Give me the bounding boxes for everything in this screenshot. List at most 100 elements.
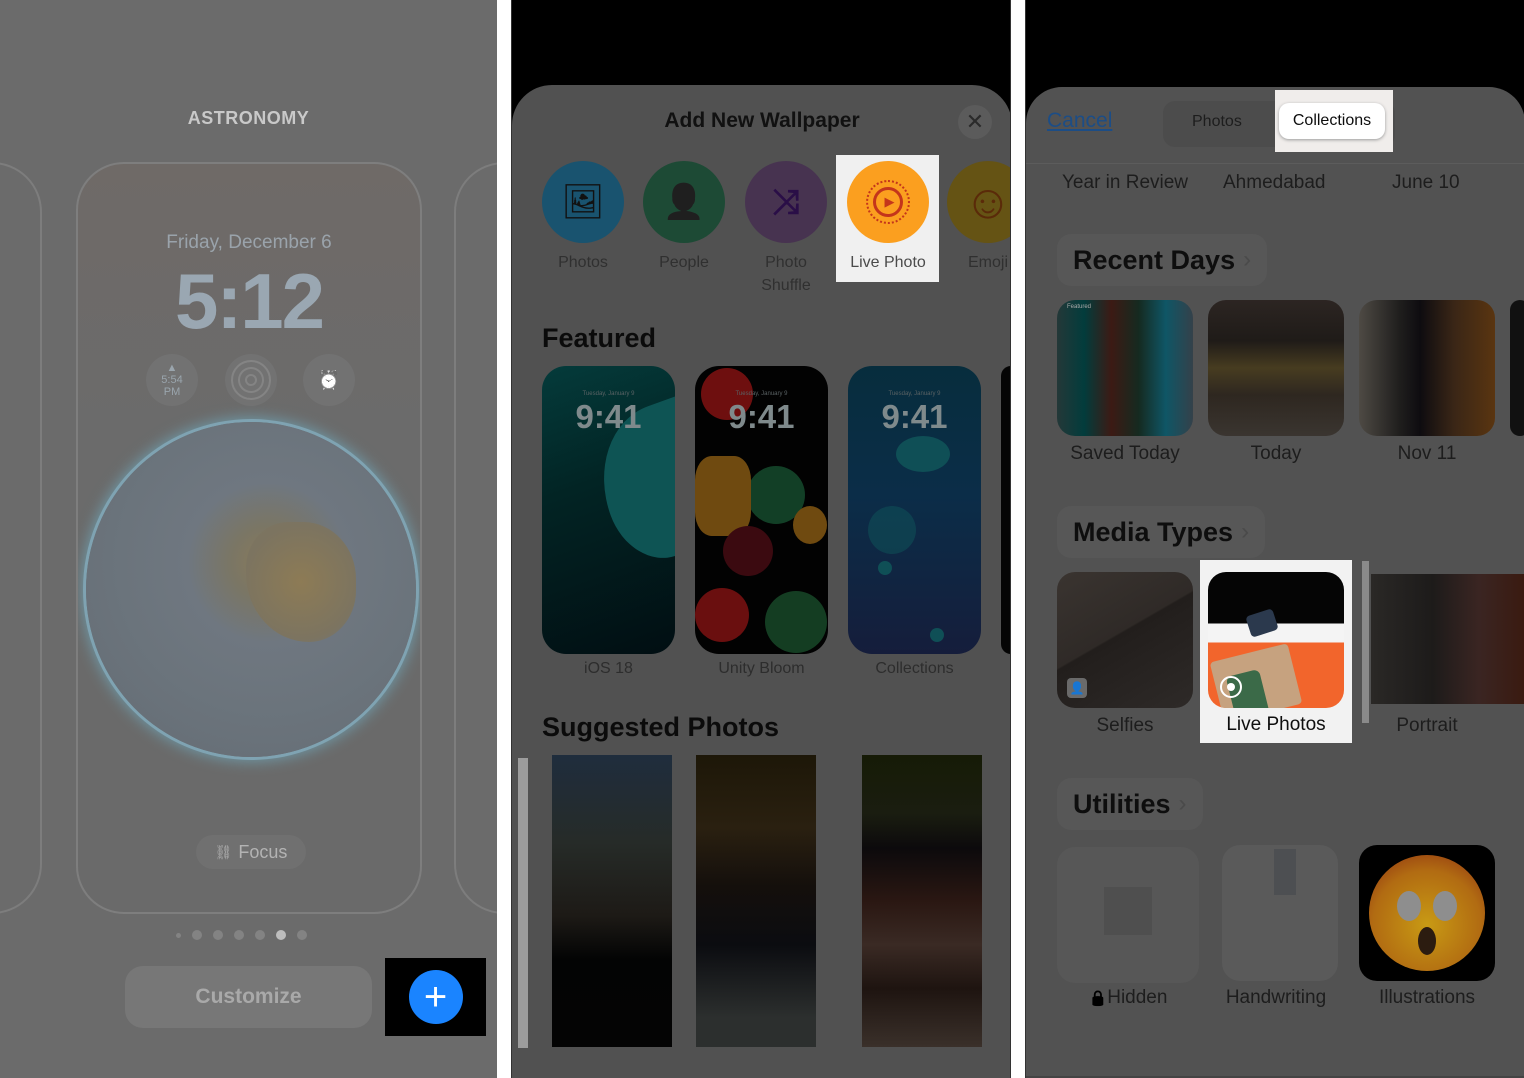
flower-shape: [765, 591, 827, 653]
scrollbar[interactable]: [518, 758, 528, 1048]
live-photos-highlight: Live Photos: [1200, 560, 1352, 743]
add-wallpaper-button[interactable]: +: [408, 970, 463, 1024]
flower-shape: [695, 456, 751, 536]
sheet-title: Add New Wallpaper: [664, 109, 860, 132]
close-button[interactable]: ✕: [958, 105, 992, 139]
flower-shape: [793, 506, 827, 544]
media-types-heading[interactable]: Media Types ›: [1057, 506, 1266, 558]
handwriting-tile[interactable]: [1222, 845, 1338, 981]
featured-wallpaper-partial[interactable]: [1001, 366, 1010, 654]
live-photos-tile[interactable]: [1208, 572, 1344, 708]
category-people[interactable]: 👤 People: [642, 161, 726, 274]
category-live-photo[interactable]: ▶ Live Photo: [846, 155, 930, 274]
tile-label: Today: [1250, 443, 1302, 464]
featured-wallpaper-ios18[interactable]: Tuesday, January 9 9:41: [542, 366, 675, 654]
suggested-photo[interactable]: [552, 755, 672, 1047]
collections-sheet: Cancel Photos Collections Year in Review…: [1026, 87, 1524, 1078]
scroll-indicator[interactable]: [1362, 561, 1369, 723]
page-dot: [192, 930, 202, 940]
partial-tile[interactable]: [1510, 300, 1524, 436]
portrait-tile[interactable]: [1371, 574, 1524, 704]
hidden-label: 🔒Hidden: [1057, 987, 1199, 1009]
tile-label: Nov 11: [1397, 443, 1457, 464]
chevron-right-icon: ›: [1241, 518, 1250, 545]
recent-days-heading[interactable]: Recent Days ›: [1057, 234, 1268, 286]
close-icon: ✕: [965, 109, 985, 134]
tile-label: Saved Today: [1070, 443, 1180, 464]
utilities-heading[interactable]: Utilities ›: [1057, 778, 1203, 830]
tile-label: Illustrations: [1378, 987, 1476, 1008]
lock-date: Friday, December 6: [166, 232, 332, 253]
page-indicator[interactable]: [176, 930, 307, 940]
wallpaper-date: Tuesday, January 9: [735, 391, 788, 397]
featured-wallpaper-collections[interactable]: Tuesday, January 9 9:41: [848, 366, 981, 654]
page-dot: [255, 930, 265, 940]
memory-item[interactable]: June 10: [1392, 172, 1460, 194]
nov-11-tile[interactable]: [1359, 300, 1495, 436]
shuffle-icon: ⤨: [745, 161, 827, 243]
focus-button[interactable]: ⛓ Focus: [196, 835, 306, 869]
screaming-face-emoji: [1369, 855, 1485, 971]
cancel-button[interactable]: Cancel: [1047, 109, 1112, 133]
selfies-tile[interactable]: 👤: [1057, 572, 1193, 708]
person-icon: 👤: [643, 161, 725, 243]
flower-shape: [723, 526, 773, 576]
north-america-lights: [246, 522, 356, 642]
suggested-photo[interactable]: [862, 755, 982, 1047]
next-wallpaper-card[interactable]: [454, 162, 497, 914]
tile-label: Portrait: [1396, 715, 1458, 736]
today-tile[interactable]: [1208, 300, 1344, 436]
collections-panel: Cancel Photos Collections Year in Review…: [1025, 0, 1524, 1078]
sunset-ampm: PM: [163, 386, 181, 398]
selfie-icon: 👤: [1067, 678, 1087, 698]
activity-rings-icon: [231, 360, 271, 400]
featured-label: iOS 18: [584, 660, 633, 677]
alarm-widget: ⏰: [303, 354, 355, 406]
category-label: Live Photo: [850, 254, 926, 271]
featured-label: Unity Bloom: [718, 660, 805, 677]
tab-photos[interactable]: Photos: [1192, 113, 1242, 131]
wallpaper-time: 9:41: [575, 398, 642, 435]
tab-collections[interactable]: Collections: [1279, 103, 1385, 139]
featured-wallpaper-unity-bloom[interactable]: Tuesday, January 9 9:41: [695, 366, 828, 654]
featured-badge: Featured: [1067, 304, 1092, 310]
category-photos[interactable]: 🖼 Photos: [541, 161, 625, 274]
link-icon: ⛓: [214, 843, 233, 860]
earth-image: [86, 422, 416, 757]
suggested-photo[interactable]: [696, 755, 816, 1047]
saved-today-tile[interactable]: Featured: [1057, 300, 1193, 436]
page-dot: [297, 930, 307, 940]
flower-shape: [695, 588, 749, 642]
lock-time: 5:12: [174, 257, 325, 345]
bokeh-dot: [930, 628, 944, 642]
illustrations-tile[interactable]: [1359, 845, 1495, 981]
hidden-tile[interactable]: [1057, 847, 1199, 983]
customize-button[interactable]: Customize: [125, 966, 372, 1028]
category-emoji[interactable]: ☺ Emoji: [946, 161, 1010, 274]
section-title: Utilities: [1073, 788, 1171, 819]
add-wallpaper-panel: Add New Wallpaper ✕ 🖼 Photos 👤 People ⤨ …: [511, 0, 1011, 1078]
current-wallpaper-card[interactable]: Friday, December 6 5:12 ▲ 5:54 PM ⏰ ⛓ Fo…: [76, 162, 422, 914]
tile-label: Selfies: [1096, 715, 1154, 736]
chevron-right-icon: ›: [1178, 790, 1187, 817]
memory-item[interactable]: Year in Review: [1062, 172, 1188, 194]
page-dot-active: [276, 930, 286, 940]
sunset-time: 5:54: [161, 374, 183, 386]
suggested-photos-heading: Suggested Photos: [542, 712, 780, 742]
wallpaper-time: 9:41: [881, 398, 948, 435]
category-photo-shuffle[interactable]: ⤨ Photo Shuffle: [744, 161, 828, 297]
page-dot: [213, 930, 223, 940]
previous-wallpaper-card[interactable]: [0, 162, 42, 914]
collections-tab-highlight: Collections: [1275, 90, 1393, 152]
live-photo-icon: [1220, 676, 1242, 698]
featured-label: Collections: [875, 660, 954, 677]
memory-item[interactable]: Ahmedabad: [1223, 172, 1325, 194]
page-dot: [234, 930, 244, 940]
category-label: Emoji: [967, 254, 1008, 271]
section-title: Media Types: [1073, 516, 1234, 547]
bokeh-dot: [878, 561, 892, 575]
featured-heading: Featured: [542, 323, 657, 353]
tile-label: Hidden: [1107, 987, 1168, 1008]
category-label: Photo Shuffle: [761, 254, 811, 294]
tile-label: Handwriting: [1225, 987, 1327, 1008]
